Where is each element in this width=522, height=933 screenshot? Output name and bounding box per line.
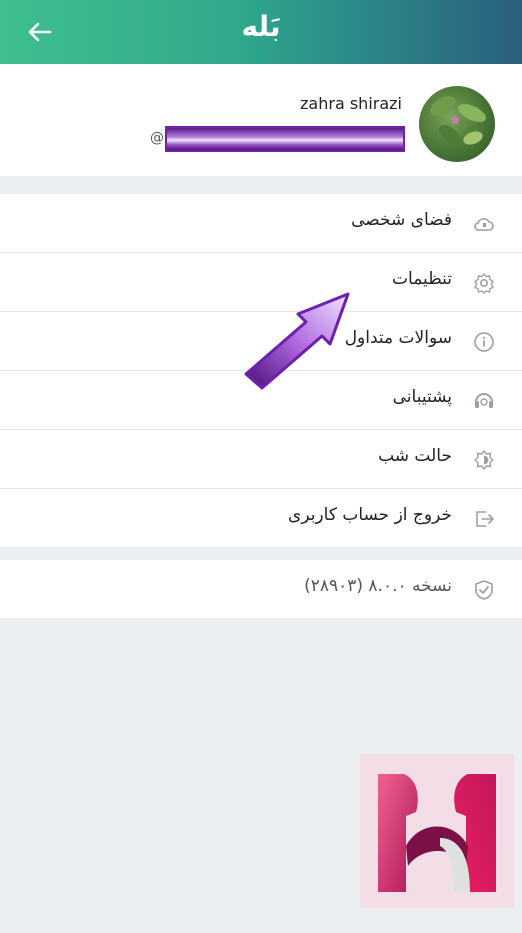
cloud-icon	[472, 212, 496, 236]
menu-item-night-mode[interactable]: حالت شب	[0, 430, 522, 489]
menu-list: فضای شخصی تنظیمات سوالات متداول پشتیبانی…	[0, 194, 522, 547]
menu-item-support[interactable]: پشتیبانی	[0, 371, 522, 430]
profile-name: zahra shirazi	[300, 94, 402, 113]
menu-item-personal-space[interactable]: فضای شخصی	[0, 194, 522, 253]
night-mode-icon	[472, 448, 496, 472]
profile-card[interactable]: zahra shirazi @	[0, 64, 522, 176]
logout-icon	[472, 507, 496, 531]
menu-item-settings[interactable]: تنظیمات	[0, 253, 522, 312]
redaction-box	[165, 126, 405, 152]
menu-item-faq[interactable]: سوالات متداول	[0, 312, 522, 371]
menu-item-label: فضای شخصی	[351, 210, 452, 230]
version-row: نسخه ۸.۰.۰ (۲۸۹۰۳)	[0, 560, 522, 618]
menu-item-logout[interactable]: خروج از حساب کاربری	[0, 489, 522, 547]
support-icon	[472, 389, 496, 413]
menu-item-label: حالت شب	[378, 446, 452, 466]
menu-item-label: خروج از حساب کاربری	[288, 505, 452, 525]
menu-item-label: پشتیبانی	[392, 387, 452, 407]
info-icon	[472, 330, 496, 354]
app-header: بَله	[0, 0, 522, 64]
avatar[interactable]	[419, 86, 495, 162]
menu-item-label: تنظیمات	[392, 269, 452, 289]
gear-icon	[472, 271, 496, 295]
menu-item-label: سوالات متداول	[344, 328, 452, 348]
profile-handle-prefix: @	[150, 130, 164, 146]
check-shield-icon	[472, 578, 496, 602]
app-title: بَله	[241, 10, 281, 43]
watermark-logo	[360, 754, 514, 908]
version-label: نسخه ۸.۰.۰ (۲۸۹۰۳)	[304, 576, 452, 596]
